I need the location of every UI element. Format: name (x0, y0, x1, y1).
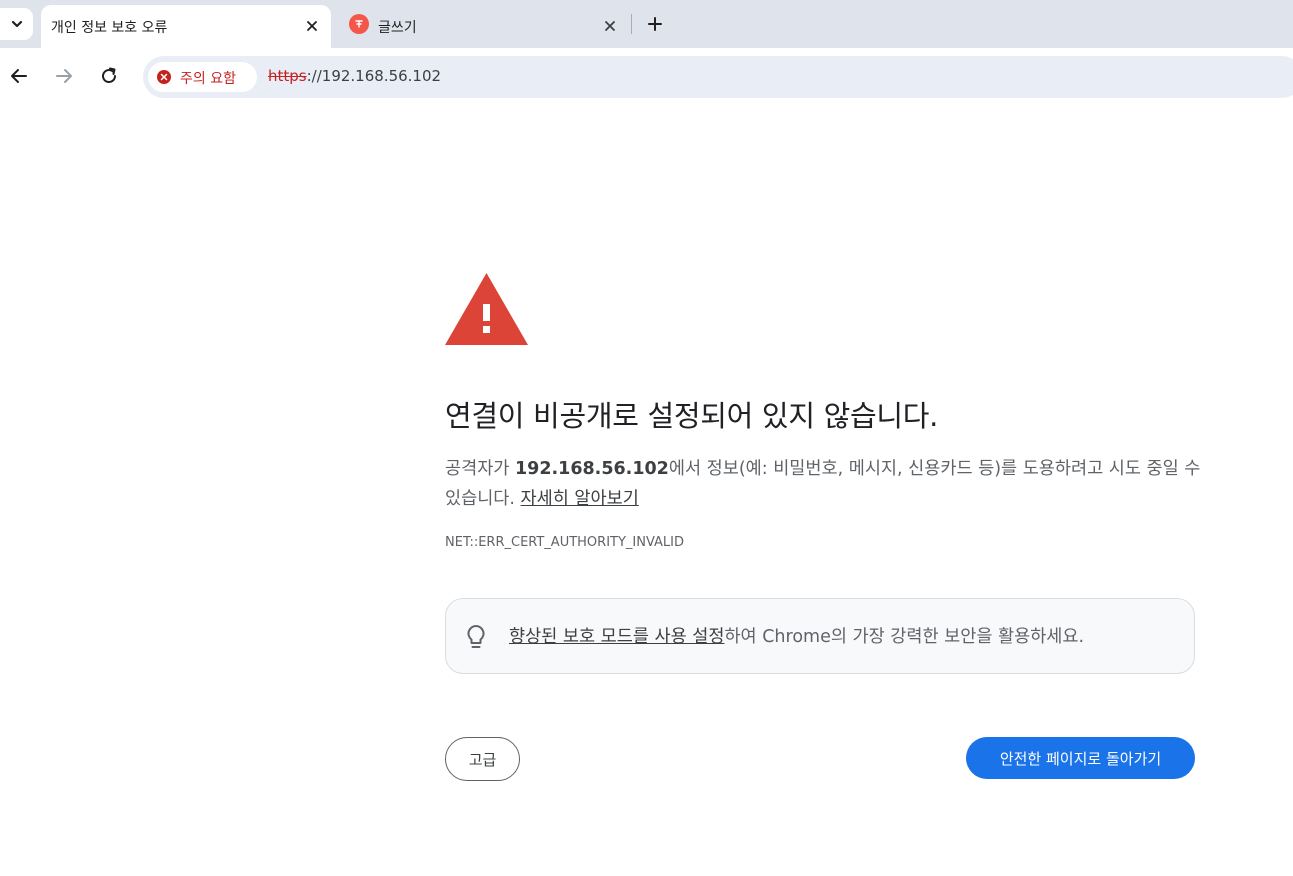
chevron-down-icon (11, 20, 22, 28)
url-host: ://192.168.56.102 (306, 67, 442, 85)
security-chip-label: 주의 요함 (180, 71, 236, 87)
error-code: NET::ERR_CERT_AUTHORITY_INVALID (445, 535, 685, 550)
forward-button[interactable] (50, 62, 78, 90)
enhanced-protection-link[interactable]: 향상된 보호 모드를 사용 설정 (509, 627, 724, 647)
promo-text: 향상된 보호 모드를 사용 설정하여 Chrome의 가장 강력한 보안을 활용… (509, 623, 1084, 648)
warning-triangle-icon (445, 273, 528, 345)
tab-title: 개인 정보 보호 오류 (51, 20, 168, 36)
back-button[interactable] (5, 62, 33, 90)
page-title: 연결이 비공개로 설정되어 있지 않습니다. (445, 399, 939, 433)
tab-privacy-error[interactable]: 개인 정보 보호 오류 (41, 5, 331, 48)
learn-more-link[interactable]: 자세히 알아보기 (521, 489, 639, 509)
close-icon (605, 21, 615, 31)
tab-search-button[interactable] (0, 8, 33, 40)
forward-arrow-icon (56, 69, 72, 83)
back-arrow-icon (11, 69, 27, 83)
back-to-safety-button[interactable]: 안전한 페이지로 돌아가기 (966, 737, 1195, 779)
desc-prefix: 공격자가 (445, 459, 515, 479)
security-chip[interactable]: 주의 요함 (148, 62, 257, 92)
close-tab-button[interactable] (302, 16, 322, 36)
new-tab-button[interactable] (642, 11, 668, 37)
desc-host: 192.168.56.102 (514, 459, 669, 479)
reload-icon (102, 67, 117, 83)
address-bar[interactable]: 주의 요함 https://192.168.56.102 (143, 56, 1293, 98)
tab-strip: 개인 정보 보호 오류 글쓰기 (0, 0, 1293, 48)
plus-icon (648, 17, 662, 31)
reload-button[interactable] (95, 62, 123, 90)
close-tab-button[interactable] (600, 16, 620, 36)
tab-title: 글쓰기 (378, 20, 417, 36)
tab-separator (631, 14, 632, 34)
enhanced-protection-promo: 향상된 보호 모드를 사용 설정하여 Chrome의 가장 강력한 보안을 활용… (445, 598, 1195, 674)
error-description: 공격자가 192.168.56.102에서 정보(예: 비밀번호, 메시지, 신… (445, 454, 1205, 514)
url-text[interactable]: https://192.168.56.102 (268, 67, 441, 85)
close-icon (307, 21, 317, 31)
url-scheme: https (268, 67, 307, 85)
not-secure-icon (157, 70, 171, 84)
advanced-button[interactable]: 고급 (445, 737, 520, 781)
promo-rest: 하여 Chrome의 가장 강력한 보안을 활용하세요. (724, 627, 1085, 647)
tab-favicon-icon (349, 14, 369, 34)
tab-write[interactable]: 글쓰기 (339, 5, 629, 48)
lightbulb-icon (467, 625, 485, 648)
toolbar: 주의 요함 https://192.168.56.102 (0, 48, 1293, 104)
